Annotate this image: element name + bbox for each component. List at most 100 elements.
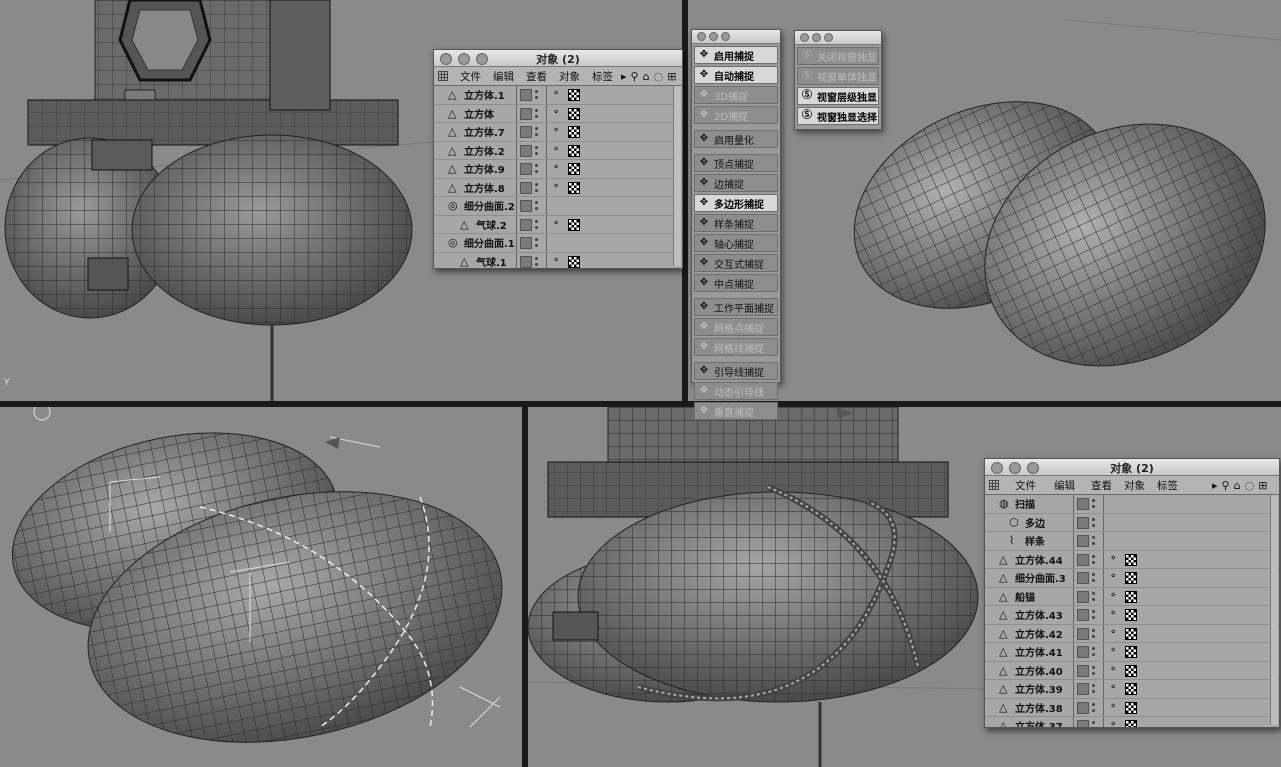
- object-name[interactable]: 立方体.38: [1015, 700, 1063, 715]
- layer-color-icon[interactable]: [1077, 627, 1089, 640]
- menu-item[interactable]: ✥ 边捕捉: [694, 174, 778, 192]
- object-name[interactable]: 多边: [1025, 515, 1045, 530]
- home-icon[interactable]: ⌂: [643, 70, 650, 83]
- menu-item[interactable]: ✥ 2D捕捉: [694, 106, 778, 124]
- checker-tag-icon[interactable]: [1125, 553, 1137, 566]
- layer-color-icon[interactable]: [520, 144, 532, 157]
- checker-tag-icon[interactable]: [568, 218, 580, 231]
- menu-item[interactable]: ✥ 轴心捕捉: [694, 234, 778, 252]
- object-name[interactable]: 扫描: [1015, 496, 1035, 511]
- texture-tag-icon[interactable]: ⚬: [1109, 719, 1117, 727]
- layer-color-icon[interactable]: [520, 163, 532, 175]
- object-name[interactable]: 细分曲面.1: [464, 235, 515, 250]
- texture-tag-icon[interactable]: ⚬: [1109, 682, 1117, 693]
- texture-tag-icon[interactable]: ⚬: [1109, 590, 1117, 601]
- visibility-dots-icon[interactable]: [1092, 628, 1095, 639]
- menu-item[interactable]: ✥ 自动捕捉: [694, 66, 778, 84]
- object-row[interactable]: △ 立方体.8 ⚬: [434, 178, 682, 197]
- layer-color-icon[interactable]: [520, 89, 532, 101]
- viewport-bottom-left[interactable]: [0, 407, 522, 767]
- menu-item[interactable]: ✥ 3D捕捉: [694, 86, 778, 104]
- visibility-dots-icon[interactable]: [1092, 721, 1095, 727]
- checker-tag-icon[interactable]: [1125, 590, 1137, 603]
- layer-color-icon[interactable]: [520, 255, 532, 268]
- object-name[interactable]: 气球.2: [476, 217, 507, 232]
- checker-tag-icon[interactable]: [1125, 720, 1137, 727]
- snap-settings-menu[interactable]: ✥ 启用捕捉 ✥ 自动捕捉 ✥ 3D捕捉 ✥ 2D捕捉 ✥ 启用量化 ✥ 顶点捕捉 ✥ 边捕捉 ✥ 多边形捕捉…: [691, 29, 781, 420]
- object-name[interactable]: 立方体.9: [464, 161, 505, 176]
- layer-color-icon[interactable]: [1077, 720, 1089, 727]
- new-window-icon[interactable]: ⊞: [667, 70, 676, 83]
- object-name[interactable]: 立方体.42: [1015, 626, 1063, 641]
- visibility-dots-icon[interactable]: [535, 164, 538, 174]
- object-name[interactable]: 立方体.1: [464, 87, 505, 102]
- texture-tag-icon[interactable]: ⚬: [552, 218, 560, 229]
- zoom-icon[interactable]: [824, 33, 833, 42]
- object-name[interactable]: 样条: [1025, 533, 1045, 548]
- title-bar[interactable]: 对象 (2): [434, 50, 682, 67]
- snap-title-bar[interactable]: [692, 30, 780, 44]
- grip-icon[interactable]: [989, 480, 999, 490]
- texture-tag-icon[interactable]: ⚬: [1109, 701, 1117, 712]
- object-row[interactable]: △ 立方体.1 ⚬: [434, 86, 682, 105]
- menu-file[interactable]: 文件: [1015, 478, 1036, 493]
- checker-tag-icon[interactable]: [1125, 572, 1137, 584]
- layer-color-icon[interactable]: [520, 218, 532, 231]
- layer-color-icon[interactable]: [1077, 572, 1089, 584]
- texture-tag-icon[interactable]: ⚬: [552, 162, 560, 173]
- layer-color-icon[interactable]: [520, 237, 532, 249]
- object-row[interactable]: △ 立方体.38 ⚬: [985, 698, 1279, 717]
- layer-color-icon[interactable]: [1077, 516, 1089, 529]
- triangle-right-icon[interactable]: ▸: [1212, 479, 1218, 492]
- object-name[interactable]: 立方体.37: [1015, 718, 1063, 727]
- menu-item[interactable]: ✥ 引导线捕捉: [694, 362, 778, 380]
- texture-tag-icon[interactable]: ⚬: [552, 144, 560, 155]
- object-name[interactable]: 立方体.39: [1015, 681, 1063, 696]
- menu-view[interactable]: 查看: [526, 69, 547, 84]
- menu-item[interactable]: ✥ 启用量化: [694, 130, 778, 148]
- object-manager-window-2[interactable]: 对象 (2) 文件 编辑 查看 对象 标签 ▸ ⚲ ⌂ ◌ ⊞ ◍ 扫描 ⬡ 多边 ⌇ 样…: [984, 458, 1280, 728]
- object-name[interactable]: 细分曲面.3: [1015, 570, 1066, 585]
- scrollbar[interactable]: [673, 86, 681, 266]
- object-row[interactable]: △ 立方体.39 ⚬: [985, 680, 1279, 699]
- visibility-dots-icon[interactable]: [535, 256, 538, 267]
- menu-view[interactable]: 查看: [1091, 478, 1112, 493]
- search-icon[interactable]: ⚲: [1222, 479, 1230, 492]
- solo-title-bar[interactable]: [795, 31, 881, 45]
- layer-color-icon[interactable]: [1077, 701, 1089, 714]
- menu-item[interactable]: ✥ 启用捕捉: [694, 46, 778, 64]
- menu-object[interactable]: 对象: [559, 69, 580, 84]
- new-window-icon[interactable]: ⊞: [1258, 479, 1267, 492]
- visibility-dots-icon[interactable]: [1092, 647, 1095, 657]
- object-row[interactable]: △ 船锚 ⚬: [985, 587, 1279, 606]
- checker-tag-icon[interactable]: [1125, 664, 1137, 677]
- visibility-dots-icon[interactable]: [535, 90, 538, 100]
- visibility-dots-icon[interactable]: [1092, 573, 1095, 583]
- layer-color-icon[interactable]: [1077, 553, 1089, 566]
- close-icon[interactable]: [697, 32, 706, 41]
- visibility-dots-icon[interactable]: [1092, 499, 1095, 509]
- object-name[interactable]: 气球.1: [476, 254, 507, 268]
- object-row[interactable]: ◎ 细分曲面.1: [434, 234, 682, 253]
- menu-item[interactable]: Ⓢ 关闭视窗独显: [797, 47, 879, 65]
- grip-icon[interactable]: [438, 71, 448, 81]
- layer-color-icon[interactable]: [520, 181, 532, 194]
- title-bar[interactable]: 对象 (2): [985, 459, 1279, 476]
- layer-color-icon[interactable]: [1077, 664, 1089, 677]
- texture-tag-icon[interactable]: ⚬: [552, 125, 560, 136]
- object-name[interactable]: 立方体.2: [464, 143, 505, 158]
- menu-item[interactable]: ✥ 交互式捕捉: [694, 254, 778, 272]
- visibility-dots-icon[interactable]: [1092, 554, 1095, 565]
- object-row[interactable]: △ 立方体.44 ⚬: [985, 550, 1279, 569]
- menu-edit[interactable]: 编辑: [493, 69, 514, 84]
- scrollbar[interactable]: [1270, 495, 1278, 725]
- object-row[interactable]: △ 细分曲面.3 ⚬: [985, 569, 1279, 588]
- object-row[interactable]: △ 立方体.37 ⚬: [985, 717, 1279, 727]
- checker-tag-icon[interactable]: [568, 126, 580, 138]
- object-name[interactable]: 立方体.44: [1015, 552, 1063, 567]
- minimize-icon[interactable]: [709, 32, 718, 41]
- texture-tag-icon[interactable]: ⚬: [1109, 571, 1117, 582]
- object-row[interactable]: ⬡ 多边: [985, 513, 1279, 532]
- checker-tag-icon[interactable]: [1125, 701, 1137, 714]
- object-list[interactable]: △ 立方体.1 ⚬ △ 立方体 ⚬ △ 立方体.7 ⚬ △ 立方体.2 ⚬ △ 立方体.9 ⚬ △ 立方体.8 ⚬…: [434, 86, 682, 268]
